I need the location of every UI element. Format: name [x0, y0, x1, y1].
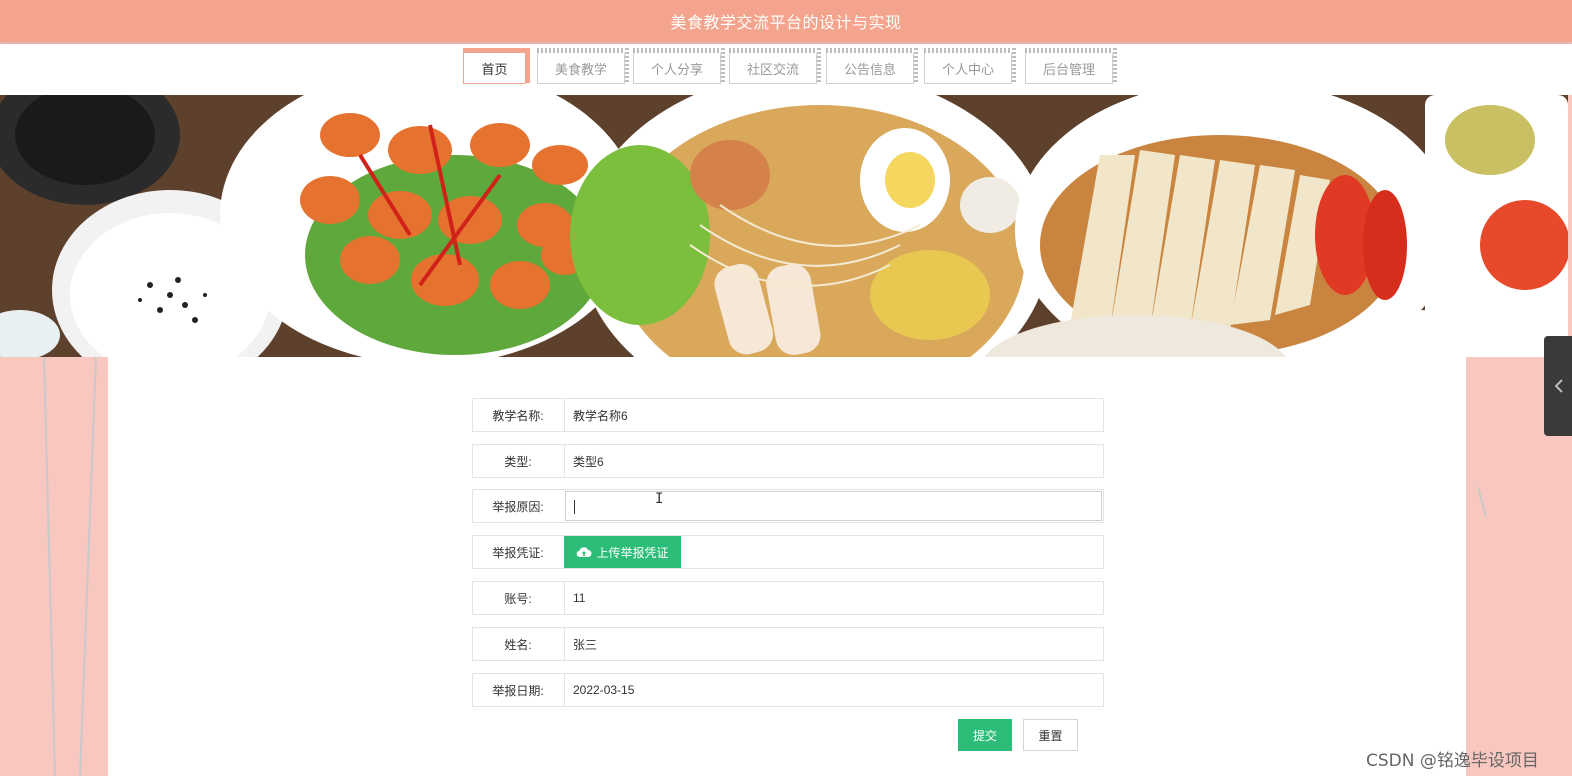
reset-button[interactable]: 重置 — [1023, 719, 1078, 751]
nav-item-food-teaching[interactable]: 美食教学 — [537, 48, 629, 84]
nav-item-announcements[interactable]: 公告信息 — [826, 48, 918, 84]
type-field[interactable]: 类型6 — [564, 445, 1103, 477]
nav-item-personal-center[interactable]: 个人中心 — [924, 48, 1016, 84]
left-decoration — [0, 356, 110, 776]
teaching-name-label: 教学名称: — [492, 408, 544, 423]
report-date-field[interactable]: 2022-03-15 — [564, 674, 1103, 706]
type-label: 类型: — [504, 454, 532, 469]
text-cursor-icon: I — [655, 491, 664, 507]
form-row-type: 类型: 类型6 — [472, 444, 1104, 478]
name-field[interactable]: 张三 — [564, 628, 1103, 660]
nav-item-community[interactable]: 社区交流 — [729, 48, 821, 84]
text-caret — [574, 500, 575, 514]
main-nav: 首页 美食教学 个人分享 社区交流 公告信息 个人中心 后台管理 — [0, 44, 1572, 95]
upload-proof-button[interactable]: 上传举报凭证 — [564, 536, 681, 568]
report-proof-label: 举报凭证: — [492, 545, 544, 560]
top-header-bar: 美食教学交流平台的设计与实现 — [0, 0, 1572, 42]
report-reason-input[interactable] — [565, 491, 1102, 521]
form-row-account: 账号: 11 — [472, 581, 1104, 615]
upload-proof-label: 上传举报凭证 — [596, 545, 669, 560]
form-row-name: 姓名: 张三 — [472, 627, 1104, 661]
report-date-label: 举报日期: — [492, 683, 544, 698]
nav-item-personal-share[interactable]: 个人分享 — [633, 48, 725, 84]
site-title: 美食教学交流平台的设计与实现 — [670, 13, 902, 32]
chevron-left-icon — [1554, 379, 1563, 393]
report-reason-label: 举报原因: — [492, 499, 544, 514]
teaching-name-field[interactable]: 教学名称6 — [564, 399, 1103, 431]
food-banner-image — [0, 95, 1568, 357]
nav-item-home[interactable]: 首页 — [463, 48, 530, 84]
account-field[interactable]: 11 — [564, 582, 1103, 614]
left-decoration-lines — [43, 356, 97, 776]
form-row-report-reason: 举报原因: — [472, 489, 1104, 523]
watermark-text: CSDN @铭逸毕设项目 — [1366, 751, 1539, 771]
side-collapse-tab[interactable] — [1544, 336, 1572, 436]
food-banner-illustration — [0, 95, 1568, 357]
form-row-report-date: 举报日期: 2022-03-15 — [472, 673, 1104, 707]
account-label: 账号: — [504, 591, 532, 606]
nav-item-admin[interactable]: 后台管理 — [1025, 48, 1117, 84]
form-row-report-proof: 举报凭证: 上传举报凭证 — [472, 535, 1104, 569]
name-label: 姓名: — [504, 637, 532, 652]
form-row-teaching-name: 教学名称: 教学名称6 — [472, 398, 1104, 432]
cloud-upload-icon — [577, 547, 592, 558]
submit-button[interactable]: 提交 — [958, 719, 1012, 751]
